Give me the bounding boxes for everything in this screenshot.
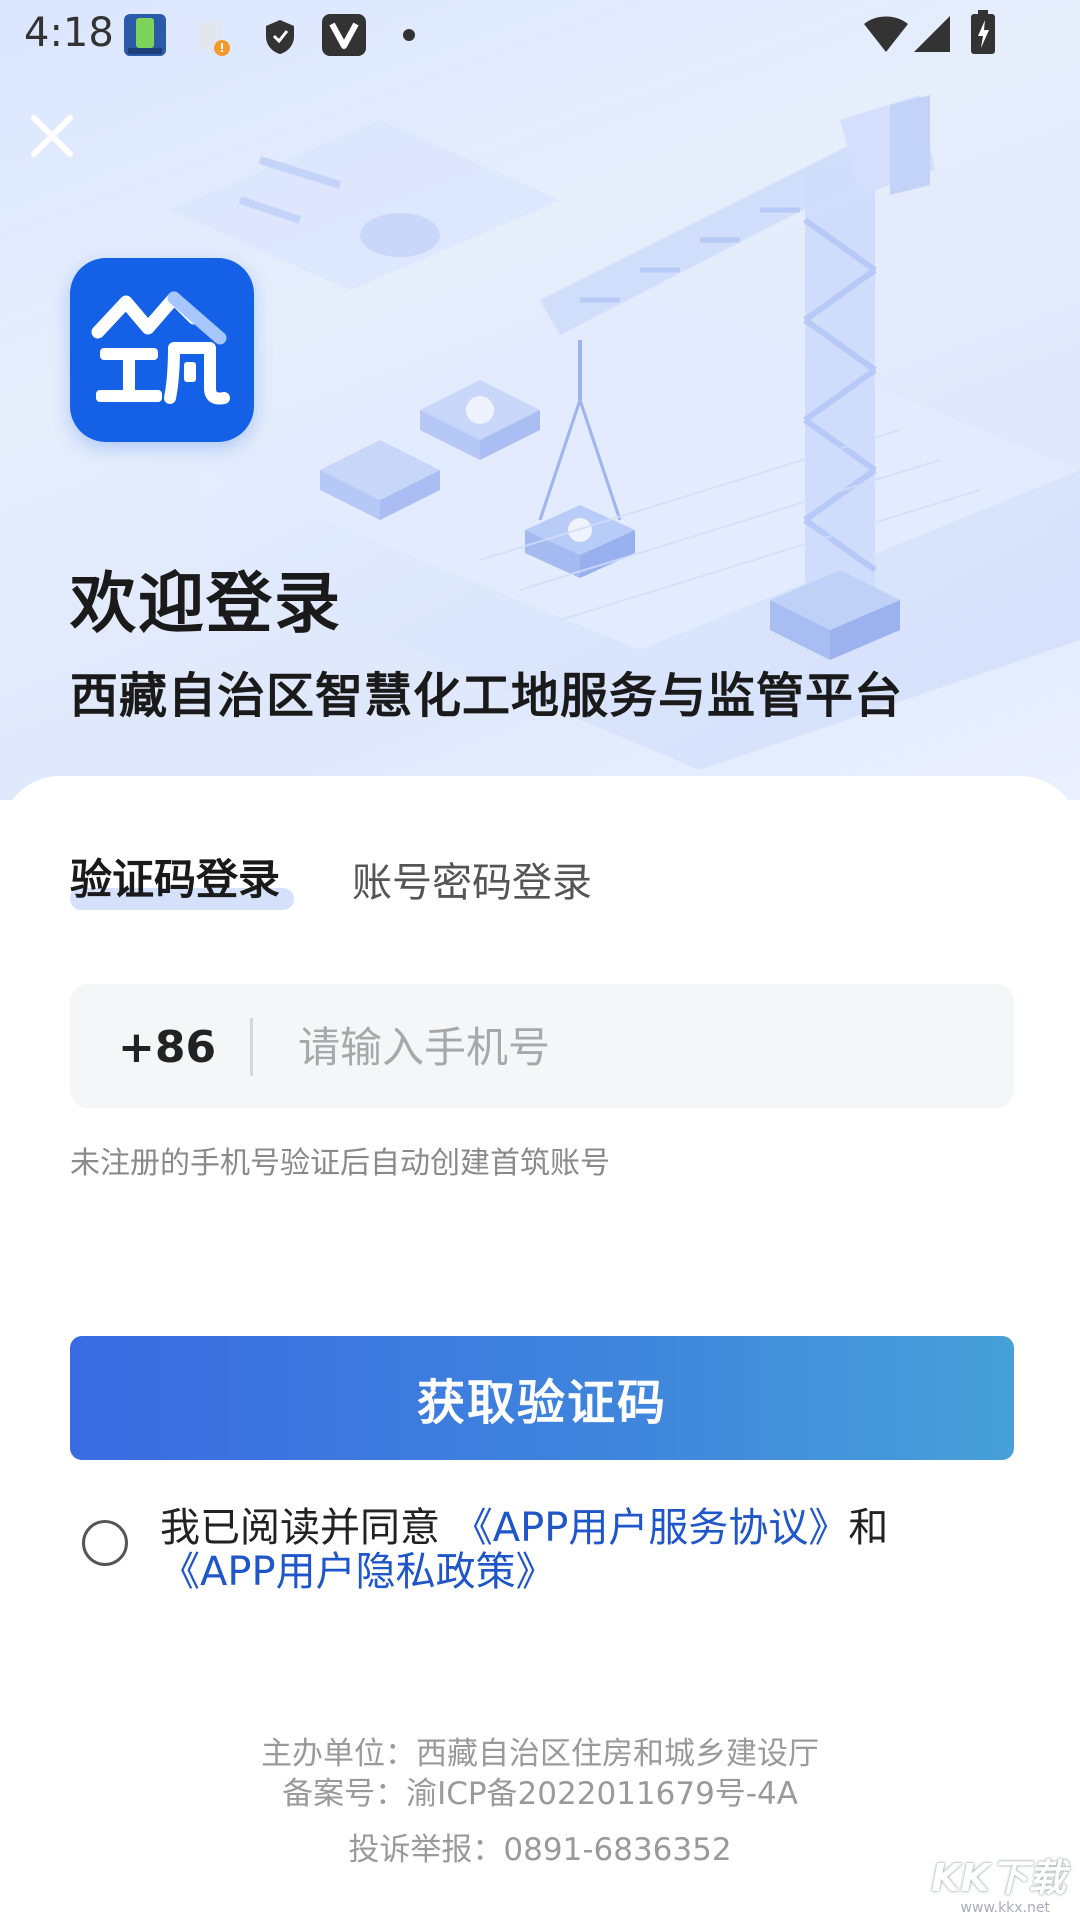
close-icon[interactable]: [24, 108, 80, 164]
footer-report[interactable]: 投诉举报：0891-6836352: [0, 1824, 1080, 1869]
tab-sms-login-label: 验证码登录: [70, 855, 281, 904]
notification-dot-icon: [403, 29, 415, 41]
app-logo: [70, 258, 254, 442]
vivaldi-v-icon: [322, 14, 366, 56]
agreement-joiner: 和: [848, 1505, 889, 1551]
hero-banner: 4:18 欢迎登录 西藏自治区智慧化工地服务与监管平台: [0, 0, 1080, 800]
agreement-checkbox[interactable]: [82, 1520, 128, 1566]
tab-password-login[interactable]: 账号密码登录: [352, 850, 592, 908]
battery-charging-icon: [971, 10, 995, 54]
service-agreement-link[interactable]: 《APP用户服务协议》: [453, 1505, 849, 1551]
register-hint: 未注册的手机号验证后自动创建首筑账号: [70, 1146, 610, 1181]
watermark-url: www.kkx.net: [960, 1900, 1050, 1916]
clipboard-alert-icon: [200, 22, 230, 56]
zhu-logo-mark: [91, 291, 230, 405]
get-code-button[interactable]: 获取验证码: [70, 1336, 1014, 1460]
tab-password-login-label: 账号密码登录: [352, 860, 592, 906]
signal-icon: [914, 16, 950, 52]
watermark-logo: KK下载: [931, 1856, 1066, 1900]
phone-input[interactable]: [296, 1004, 990, 1090]
wifi-icon: [864, 16, 908, 52]
shield-icon: [266, 20, 294, 54]
status-time: 4:18: [24, 10, 114, 56]
login-card: 验证码登录 账号密码登录 +86 未注册的手机号验证后自动创建首筑账号 获取验证…: [0, 776, 1080, 1920]
agreement-prefix: 我已阅读并同意: [160, 1505, 453, 1551]
country-code[interactable]: +86: [118, 1022, 216, 1073]
tab-sms-login[interactable]: 验证码登录: [70, 846, 280, 907]
agreement-text: 我已阅读并同意 《APP用户服务协议》和《APP用户隐私政策》: [160, 1506, 1020, 1594]
footer-icp[interactable]: 备案号：渝ICP备2022011679号-4A: [0, 1768, 1080, 1813]
privacy-policy-link[interactable]: 《APP用户隐私政策》: [160, 1549, 556, 1595]
platform-name: 西藏自治区智慧化工地服务与监管平台: [70, 668, 904, 724]
battery-app-icon: [124, 14, 166, 56]
welcome-title: 欢迎登录: [70, 565, 342, 642]
field-divider: [250, 1018, 253, 1076]
status-bar: 4:18: [0, 0, 1080, 74]
footer-sponsor: 主办单位：西藏自治区住房和城乡建设厅: [261, 1736, 819, 1772]
phone-field: +86: [70, 984, 1014, 1108]
